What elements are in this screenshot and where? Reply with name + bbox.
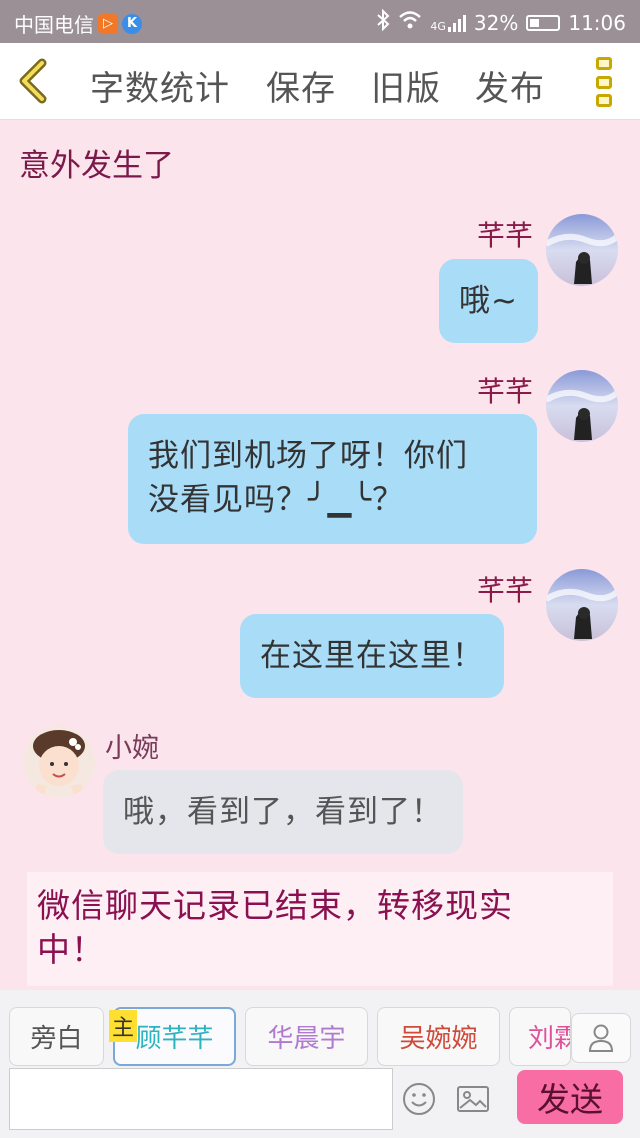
sender-name: 芊芊 xyxy=(477,219,534,252)
sender-name: 芊芊 xyxy=(477,375,534,408)
avatar[interactable] xyxy=(546,214,618,286)
chevron-left-icon xyxy=(19,58,47,104)
user-button[interactable] xyxy=(571,1013,631,1063)
character-name: 旁白 xyxy=(30,1024,83,1054)
image-button[interactable] xyxy=(455,1081,491,1117)
end-note[interactable]: 微信聊天记录已结束，转移现实 中！ xyxy=(27,872,613,986)
character-tab-narrator[interactable]: 旁白 xyxy=(9,1007,104,1066)
message-input[interactable] xyxy=(9,1068,393,1130)
editor-toolbar: 字数统计 保存 旧版 发布 xyxy=(0,43,640,120)
publish-button[interactable]: 发布 xyxy=(475,61,545,110)
save-button[interactable]: 保存 xyxy=(266,61,336,110)
message-bubble[interactable]: 我们到机场了呀！你们 没看见吗？╯▁╰？ xyxy=(128,414,537,544)
end-note-line: 微信聊天记录已结束，转移现实 xyxy=(37,886,513,925)
bluetooth-icon xyxy=(376,8,390,36)
back-button[interactable] xyxy=(12,57,56,105)
network-type: 4G xyxy=(430,19,446,33)
message-bubble[interactable]: 哦~ xyxy=(439,259,538,343)
message-line: 没看见吗？╯▁╰？ xyxy=(148,482,405,518)
more-vertical-icon xyxy=(596,57,612,70)
message-bubble[interactable]: 哦，看到了，看到了！ xyxy=(103,770,463,854)
user-icon xyxy=(588,1024,614,1052)
character-name: 刘霖 xyxy=(528,1024,570,1054)
chat-area[interactable]: 意外发生了 芊芊 哦~ 芊芊 我们到机场了呀！你们 没看见吗？╯▁╰？ 芊芊 在… xyxy=(0,120,640,990)
host-badge: 主 xyxy=(109,1010,137,1042)
character-name: 顾芊芊 xyxy=(135,1024,214,1054)
character-tab[interactable]: 华晨宇 xyxy=(245,1007,368,1066)
sender-name: 小婉 xyxy=(105,733,159,764)
battery-icon xyxy=(526,14,561,31)
character-name: 吴婉婉 xyxy=(399,1024,478,1054)
end-note-line: 中！ xyxy=(37,930,105,969)
send-button[interactable]: 发送 xyxy=(517,1070,623,1124)
wifi-icon xyxy=(398,10,422,35)
message-bubble[interactable]: 在这里在这里！ xyxy=(240,614,504,698)
k-app-icon: K xyxy=(122,13,142,34)
scene-title: 意外发生了 xyxy=(19,148,174,184)
avatar[interactable] xyxy=(23,726,95,798)
clock: 11:06 xyxy=(568,10,626,35)
play-app-icon: ▷ xyxy=(98,13,118,34)
character-tab[interactable]: 吴婉婉 xyxy=(377,1007,500,1066)
sender-name: 芊芊 xyxy=(477,574,534,607)
image-icon xyxy=(457,1086,489,1112)
old-version-button[interactable]: 旧版 xyxy=(371,61,441,110)
smiley-icon xyxy=(403,1083,435,1115)
character-tab[interactable]: 刘霖 xyxy=(509,1007,571,1066)
status-bar: 中国电信 ▷ K 4G 32% 11:06 xyxy=(0,0,640,43)
word-count-button[interactable]: 字数统计 xyxy=(90,61,230,110)
more-menu-button[interactable] xyxy=(592,57,616,107)
carrier-label: 中国电信 xyxy=(14,13,94,37)
character-name: 华晨宇 xyxy=(267,1024,346,1054)
avatar[interactable] xyxy=(546,370,618,442)
emoji-button[interactable] xyxy=(401,1081,437,1117)
signal-icon: 4G xyxy=(430,14,466,32)
battery-percent: 32% xyxy=(473,10,519,35)
avatar[interactable] xyxy=(546,569,618,641)
message-line: 我们到机场了呀！你们 xyxy=(148,438,468,474)
